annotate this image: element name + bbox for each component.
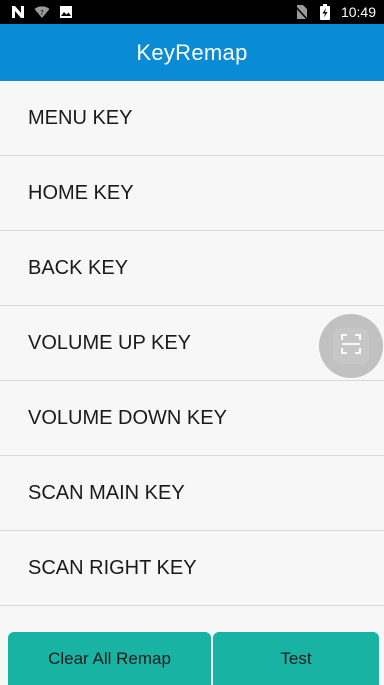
list-item-back-key[interactable]: BACK KEY xyxy=(0,231,384,306)
status-time: 10:49 xyxy=(340,4,376,20)
floating-scan-button-inner xyxy=(333,328,369,364)
image-icon xyxy=(58,4,74,20)
list-item-label: VOLUME UP KEY xyxy=(28,331,192,354)
clear-all-remap-button[interactable]: Clear All Remap xyxy=(8,632,211,685)
list-item-label: HOME KEY xyxy=(28,181,134,204)
no-sim-icon xyxy=(293,4,309,20)
status-right-icons: 10:49 xyxy=(293,0,376,24)
status-bar: ? 10:49 xyxy=(0,0,384,24)
wifi-question-icon: ? xyxy=(34,4,50,20)
test-button[interactable]: Test xyxy=(213,632,379,685)
status-left-icons: ? xyxy=(10,0,74,24)
list-item-label: BACK KEY xyxy=(28,256,129,279)
battery-charging-icon xyxy=(317,4,333,20)
floating-scan-button[interactable] xyxy=(319,314,383,378)
app-bar: KeyRemap xyxy=(0,24,384,81)
list-item-volume-down-key[interactable]: VOLUME DOWN KEY xyxy=(0,381,384,456)
list-item-label: SCAN MAIN KEY xyxy=(28,481,185,504)
list-item-home-key[interactable]: HOME KEY xyxy=(0,156,384,231)
bottom-button-bar: Clear All Remap Test xyxy=(0,632,384,685)
list-item-label: VOLUME DOWN KEY xyxy=(28,406,227,429)
list-item-scan-main-key[interactable]: SCAN MAIN KEY xyxy=(0,456,384,531)
notification-n-icon xyxy=(10,4,26,20)
list-item-menu-key[interactable]: MENU KEY xyxy=(0,81,384,156)
scan-frame-icon xyxy=(339,332,363,361)
list-item-label: SCAN RIGHT KEY xyxy=(28,556,197,579)
list-item-scan-right-key[interactable]: SCAN RIGHT KEY xyxy=(0,531,384,606)
svg-text:?: ? xyxy=(40,9,44,17)
list-item-label: MENU KEY xyxy=(28,106,133,129)
app-title: KeyRemap xyxy=(136,39,248,65)
